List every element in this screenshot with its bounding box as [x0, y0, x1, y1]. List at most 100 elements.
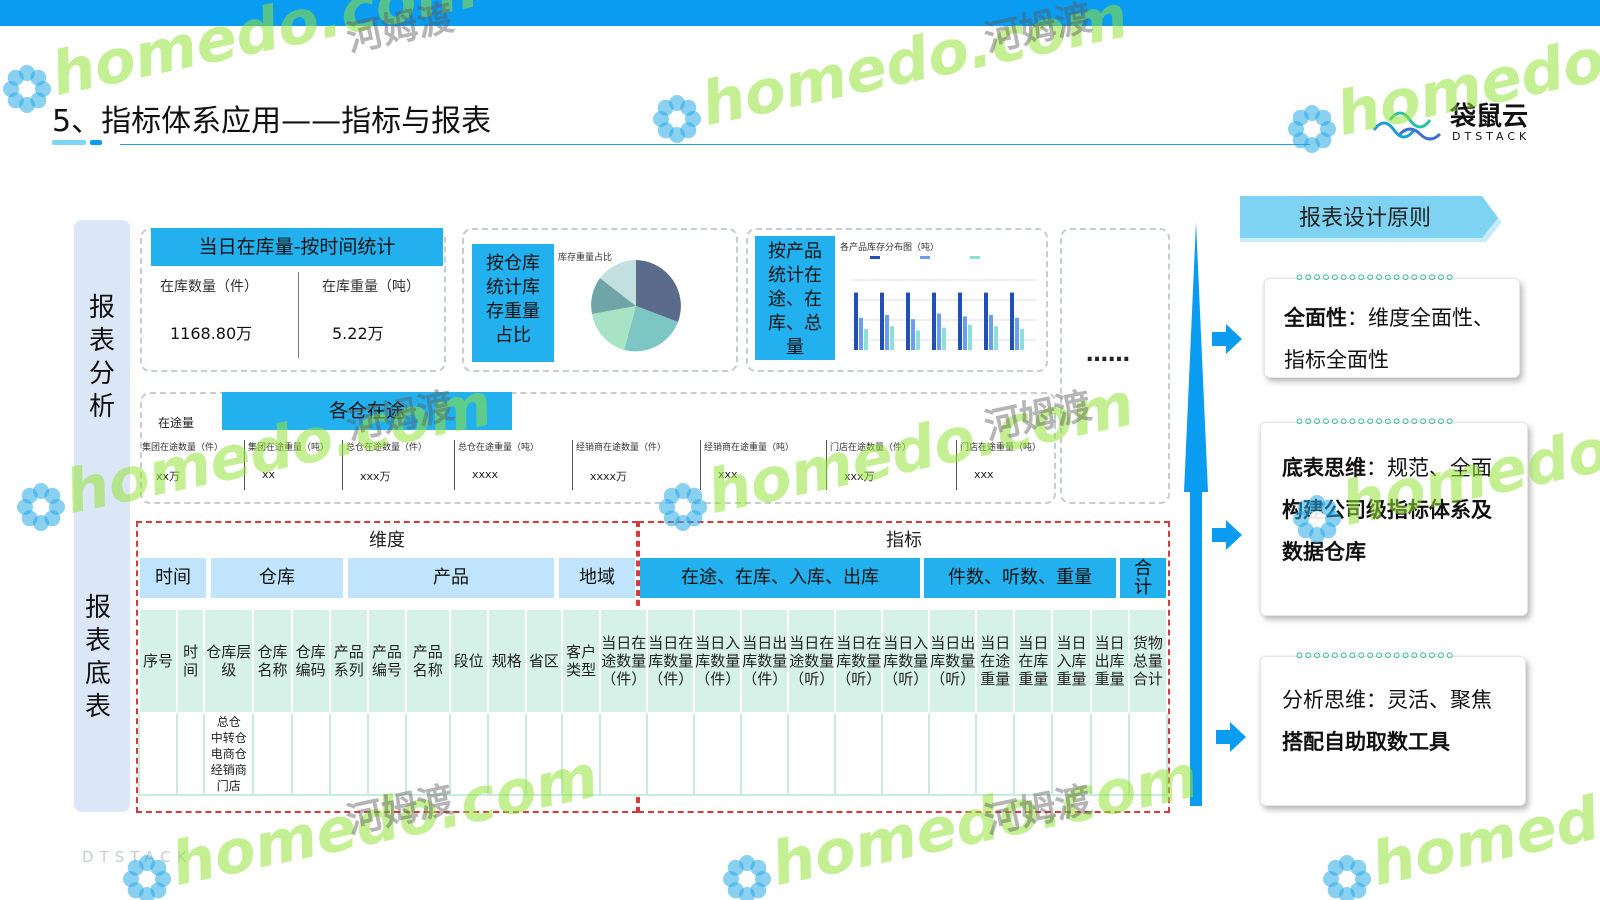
table-header-row: 序号 时间 仓库层级 仓库名称 仓库编码 产品系列 产品编号 产品名称 段位 规格 省区 客户类型 当日… — [137, 608, 1169, 714]
transit-divider — [956, 440, 957, 490]
table-cell — [881, 713, 931, 796]
table-cell — [928, 713, 978, 796]
transit-field-label: 总仓在途数量（件） — [346, 443, 428, 453]
table-column-header: 当日出库数量（件） — [740, 608, 790, 714]
pie-card-label: 按仓库统计库存重量占比 — [472, 244, 554, 362]
metric-group-status: 在途、在库、入库、出库 — [640, 558, 920, 598]
pie-chart-thumbnail — [591, 260, 681, 352]
upward-arrow — [1184, 222, 1208, 806]
inventory-weight-label: 在库重量（吨） — [322, 279, 420, 295]
table-column-header: 当日出库重量 — [1089, 608, 1130, 714]
transit-field-value: xxx — [718, 468, 738, 481]
inventory-card-banner: 当日在库量-按时间统计 — [151, 228, 443, 266]
table-column-header: 当日在库数量（件） — [646, 608, 696, 714]
right-arrow-icon — [1216, 722, 1246, 752]
table-column-header: 当日出库数量（听） — [928, 608, 978, 714]
side-label-report-analysis: 报 表 分 析 — [74, 292, 130, 424]
dimension-group-region: 地域 — [559, 558, 635, 598]
warehouse-level-item: 总仓 — [216, 715, 241, 729]
table-column-header: 时间 — [176, 608, 206, 714]
dimension-group-product: 产品 — [348, 558, 554, 598]
table-column-header: 产品名称 — [404, 608, 451, 714]
table-cell — [1013, 713, 1054, 796]
metric-title: 指标 — [886, 530, 922, 551]
transit-field-value: xxx — [974, 468, 994, 481]
bar-mark — [906, 292, 910, 350]
flower-logo-icon — [723, 855, 771, 900]
side-char: 报 — [84, 593, 111, 623]
transit-divider — [342, 440, 343, 490]
bar-mark — [994, 326, 998, 350]
table-cell — [176, 713, 206, 796]
principle-keyword: 全面性 — [1284, 306, 1347, 330]
table-cell — [646, 713, 696, 796]
bar-mark — [984, 292, 988, 350]
transit-field-label: 门店在途数量（件） — [830, 443, 912, 453]
table-cell — [1051, 713, 1092, 796]
table-column-header: 当日入库数量（听） — [881, 608, 931, 714]
table-cell — [834, 713, 884, 796]
transit-field-label: 集团在途数量（件） — [142, 443, 224, 453]
table-cell — [448, 713, 489, 796]
transit-field-value: xxx万 — [844, 470, 875, 483]
bar-mark — [859, 317, 863, 350]
bar-chart-thumbnail — [852, 256, 1036, 350]
warehouse-level-item: 中转仓 — [210, 731, 247, 745]
principle-desc: ：维度全面性、 — [1347, 306, 1494, 330]
table-column-header: 当日在途重量 — [975, 608, 1016, 714]
table-column-header: 当日在途数量（件） — [599, 608, 649, 714]
table-column-header: 仓库层级 — [203, 608, 255, 714]
bar-mark — [968, 324, 972, 350]
notebook-rings: ᴑᴑᴑᴑᴑᴑᴑᴑᴑᴑᴑᴑᴑᴑᴑᴑᴑᴑ — [1296, 650, 1456, 660]
transit-field-label: 门店在途重量（吨） — [960, 443, 1042, 453]
side-char: 表 — [84, 626, 111, 656]
principle-card-line2: 搭配自助取数工具 — [1282, 730, 1450, 754]
bar-mark — [911, 319, 915, 350]
transit-field-value: xxxx — [472, 468, 499, 481]
table-column-header: 当日在库重量 — [1013, 608, 1054, 714]
inventory-count-value: 1168.80万 — [170, 324, 253, 343]
bar-mark — [1015, 317, 1019, 350]
notebook-rings: ᴑᴑᴑᴑᴑᴑᴑᴑᴑᴑᴑᴑᴑᴑᴑᴑᴑᴑ — [1296, 272, 1456, 282]
dimension-title: 维度 — [369, 530, 405, 551]
bar-mark — [916, 330, 920, 350]
metric-group-units: 件数、听数、重量 — [924, 558, 1116, 598]
table-column-header: 产品系列 — [328, 608, 369, 714]
transit-divider — [454, 440, 455, 490]
warehouse-level-item: 经销商 — [210, 763, 247, 777]
table-column-header: 省区 — [524, 608, 564, 714]
table-cell — [1127, 713, 1169, 796]
flower-logo-icon — [1288, 105, 1336, 153]
table-cell — [693, 713, 743, 796]
top-accent-bar — [0, 0, 1600, 26]
inventory-weight-value: 5.22万 — [332, 324, 384, 343]
bar-mark — [932, 292, 936, 350]
table-cell — [787, 713, 837, 796]
transit-sub-label: 在途量 — [158, 416, 195, 430]
bar-mark — [937, 313, 941, 350]
transit-divider — [826, 440, 827, 490]
dimension-group-warehouse: 仓库 — [211, 558, 343, 598]
bar-mark — [890, 326, 894, 350]
principle-card-line2: 指标全面性 — [1284, 348, 1389, 372]
principle-desc: ：规范、全面 — [1366, 456, 1492, 480]
bar-mark — [880, 292, 884, 350]
title-accent-dash — [52, 140, 86, 145]
table-column-header: 当日在途数量（听） — [787, 608, 837, 714]
bar-mark — [958, 292, 962, 350]
table-column-header: 仓库名称 — [252, 608, 293, 714]
flower-logo-icon — [1323, 855, 1371, 900]
table-column-header: 当日入库重量 — [1051, 608, 1092, 714]
table-cell — [290, 713, 331, 796]
table-column-header: 当日在库数量（听） — [834, 608, 884, 714]
page-title: 5、指标体系应用——指标与报表 — [52, 104, 492, 139]
principle-card-line: 分析思维：灵活、聚焦 — [1282, 688, 1492, 712]
transit-divider — [572, 440, 573, 490]
bar-mark — [1020, 329, 1024, 350]
table-column-header: 客户类型 — [561, 608, 602, 714]
title-underline — [120, 144, 1310, 145]
side-label-base-table: 报 表 底 表 — [70, 592, 126, 724]
principle-card-line2: 构建公司级指标体系及 — [1282, 498, 1492, 522]
side-char: 表 — [84, 692, 111, 722]
table-column-header: 规格 — [486, 608, 527, 714]
